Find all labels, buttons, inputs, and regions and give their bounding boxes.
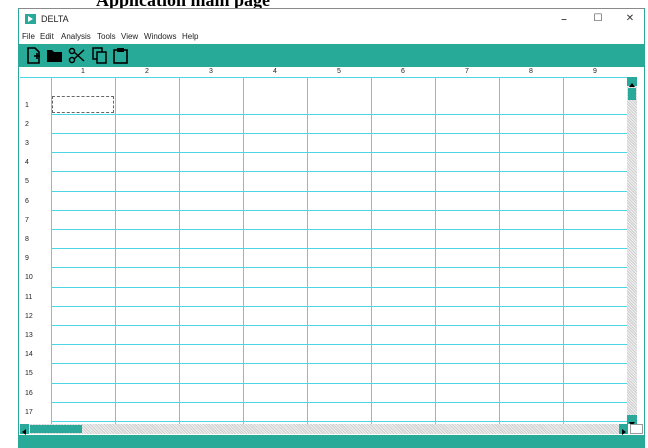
row-header[interactable]: 9 xyxy=(25,255,29,262)
cut-icon[interactable] xyxy=(68,47,85,64)
vertical-scrollbar[interactable] xyxy=(627,77,637,424)
scroll-right-arrow-icon[interactable] xyxy=(619,424,628,435)
scroll-left-arrow-icon[interactable] xyxy=(20,424,29,435)
grid-line xyxy=(499,77,500,424)
scrollbar-corner xyxy=(630,424,643,434)
column-header[interactable]: 3 xyxy=(179,68,243,75)
row-header[interactable]: 16 xyxy=(25,390,33,397)
row-header[interactable]: 3 xyxy=(25,140,29,147)
grid-line xyxy=(307,77,308,424)
toolbar xyxy=(19,44,644,67)
menu-tools[interactable]: Tools xyxy=(97,32,116,41)
grid-line xyxy=(51,114,627,115)
close-button[interactable]: ✕ xyxy=(617,11,643,27)
app-icon xyxy=(25,14,36,24)
menu-help[interactable]: Help xyxy=(182,32,198,41)
scroll-down-arrow-icon[interactable] xyxy=(627,415,637,424)
grid-line xyxy=(20,77,627,78)
grid-line xyxy=(243,77,244,424)
grid-line xyxy=(563,77,564,424)
column-header[interactable]: 9 xyxy=(563,68,627,75)
scroll-up-arrow-icon[interactable] xyxy=(627,77,637,87)
column-header[interactable]: 6 xyxy=(371,68,435,75)
grid-line xyxy=(51,325,627,326)
horizontal-scroll-thumb[interactable] xyxy=(30,425,82,433)
row-header[interactable]: 15 xyxy=(25,370,33,377)
grid-line xyxy=(115,77,116,424)
menu-view[interactable]: View xyxy=(121,32,138,41)
grid-line xyxy=(51,171,627,172)
grid-line xyxy=(51,344,627,345)
copy-icon[interactable] xyxy=(91,47,108,64)
row-header[interactable]: 1 xyxy=(25,102,29,109)
minimize-button[interactable]: – xyxy=(551,11,577,27)
grid-line xyxy=(51,133,627,134)
row-header[interactable]: 13 xyxy=(25,332,33,339)
menu-bar: File Edit Analysis Tools View Windows He… xyxy=(19,31,644,44)
title-bar: DELTA – ☐ ✕ xyxy=(19,9,644,30)
row-header[interactable]: 7 xyxy=(25,217,29,224)
menu-analysis[interactable]: Analysis xyxy=(61,32,91,41)
menu-file[interactable]: File xyxy=(22,32,35,41)
menu-edit[interactable]: Edit xyxy=(40,32,54,41)
spreadsheet-grid[interactable]: 1 2 3 4 5 6 7 8 9 1 2 3 4 5 6 7 8 9 10 1… xyxy=(20,67,643,424)
grid-line xyxy=(51,77,52,424)
grid-line xyxy=(51,421,627,422)
column-header[interactable]: 4 xyxy=(243,68,307,75)
grid-line xyxy=(51,229,627,230)
grid-line xyxy=(51,402,627,403)
row-header[interactable]: 17 xyxy=(25,409,33,416)
row-header[interactable]: 12 xyxy=(25,313,33,320)
grid-line xyxy=(51,248,627,249)
row-header[interactable]: 11 xyxy=(25,294,32,301)
grid-line xyxy=(51,383,627,384)
grid-line xyxy=(51,363,627,364)
row-header[interactable]: 10 xyxy=(25,274,33,281)
row-header[interactable]: 5 xyxy=(25,178,29,185)
column-header[interactable]: 2 xyxy=(115,68,179,75)
row-header[interactable]: 2 xyxy=(25,121,29,128)
row-header[interactable]: 8 xyxy=(25,236,29,243)
row-header[interactable]: 14 xyxy=(25,351,33,358)
grid-line xyxy=(179,77,180,424)
row-header[interactable]: 4 xyxy=(25,159,29,166)
column-header[interactable]: 5 xyxy=(307,68,371,75)
menu-windows[interactable]: Windows xyxy=(144,32,176,41)
grid-line xyxy=(51,210,627,211)
app-window: DELTA – ☐ ✕ File Edit Analysis Tools Vie… xyxy=(18,8,645,448)
column-header[interactable]: 8 xyxy=(499,68,563,75)
status-bar xyxy=(19,435,644,447)
grid-line xyxy=(435,77,436,424)
selected-cell[interactable] xyxy=(52,96,114,113)
grid-line xyxy=(51,287,627,288)
grid-line xyxy=(51,306,627,307)
open-folder-icon[interactable] xyxy=(46,47,63,64)
column-header[interactable]: 1 xyxy=(51,68,115,75)
paste-icon[interactable] xyxy=(112,47,129,64)
vertical-scroll-thumb[interactable] xyxy=(628,88,636,100)
column-header[interactable]: 7 xyxy=(435,68,499,75)
grid-line xyxy=(51,267,627,268)
grid-line xyxy=(51,191,627,192)
row-header[interactable]: 6 xyxy=(25,198,29,205)
new-file-icon[interactable] xyxy=(25,47,42,64)
maximize-button[interactable]: ☐ xyxy=(585,11,611,27)
grid-line xyxy=(51,152,627,153)
window-title: DELTA xyxy=(41,14,69,24)
horizontal-scrollbar[interactable] xyxy=(20,424,628,434)
grid-line xyxy=(371,77,372,424)
